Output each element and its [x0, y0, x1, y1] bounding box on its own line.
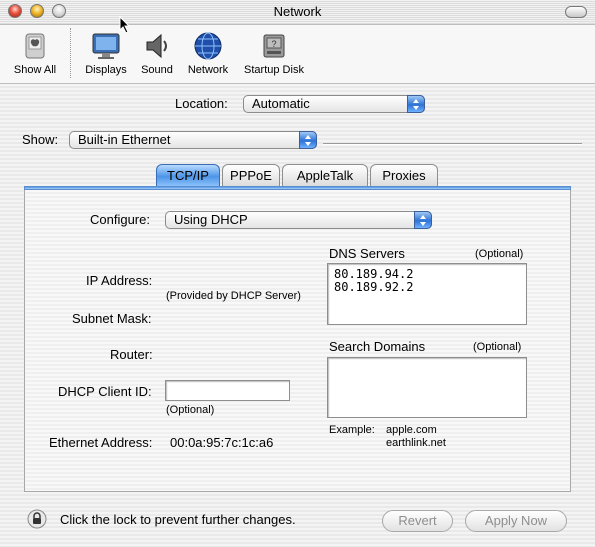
- toolbar-startup-disk-label: Startup Disk: [244, 64, 304, 76]
- location-popup[interactable]: Automatic: [243, 95, 425, 113]
- toolbar-network-label: Network: [187, 64, 229, 76]
- location-label: Location:: [175, 96, 228, 111]
- toolbar-startup-disk[interactable]: ? Startup Disk: [238, 30, 310, 76]
- tab-tcpip[interactable]: TCP/IP: [156, 164, 220, 186]
- example-domain: earthlink.net: [386, 437, 446, 449]
- search-domains-field[interactable]: [327, 357, 527, 418]
- popup-arrows-icon: [414, 211, 432, 229]
- svg-text:?: ?: [271, 39, 276, 49]
- toolbar-toggle-button[interactable]: [565, 6, 587, 18]
- search-domains-optional: (Optional): [473, 341, 522, 353]
- configure-popup[interactable]: Using DHCP: [165, 211, 432, 229]
- toolbar-sound[interactable]: Sound: [136, 30, 178, 76]
- example-domain: apple.com: [386, 424, 437, 436]
- configure-label: Configure:: [90, 212, 150, 227]
- show-label: Show:: [22, 132, 59, 147]
- example-label: Example:: [329, 424, 375, 436]
- dns-servers-optional: (Optional): [475, 248, 524, 260]
- ethernet-address-value: 00:0a:95:7c:1c:a6: [170, 435, 274, 450]
- ip-address-label: IP Address:: [86, 273, 153, 288]
- toolbar-sound-label: Sound: [141, 64, 173, 76]
- apply-now-button[interactable]: Apply Now: [465, 510, 567, 532]
- revert-button[interactable]: Revert: [382, 510, 453, 532]
- popup-arrows-icon: [407, 95, 425, 113]
- display-icon: [90, 30, 122, 62]
- toolbar-show-all-label: Show All: [13, 64, 57, 76]
- mouse-pointer-icon: [119, 15, 131, 37]
- location-value: Automatic: [252, 96, 310, 111]
- toolbar-displays-label: Displays: [85, 64, 127, 76]
- dhcp-client-id-note: (Optional): [166, 404, 215, 416]
- dns-server-entry: 80.189.92.2: [334, 280, 414, 294]
- popup-arrows-icon: [299, 131, 317, 149]
- speaker-icon: [141, 30, 173, 62]
- configure-value: Using DHCP: [174, 212, 248, 227]
- dns-servers-field[interactable]: 80.189.94.2 80.189.92.2: [327, 263, 527, 325]
- show-popup[interactable]: Built-in Ethernet: [69, 131, 317, 149]
- tab-proxies[interactable]: Proxies: [370, 164, 438, 186]
- search-domains-label: Search Domains: [329, 339, 426, 354]
- dhcp-client-id-input[interactable]: [165, 380, 290, 401]
- tab-pppoe[interactable]: PPPoE: [222, 164, 280, 186]
- globe-icon: [192, 30, 224, 62]
- tab-appletalk[interactable]: AppleTalk: [282, 164, 368, 186]
- divider: [323, 143, 582, 145]
- toolbar-network[interactable]: Network: [182, 30, 234, 76]
- disk-icon: ?: [258, 30, 290, 62]
- lock-message: Click the lock to prevent further change…: [60, 512, 296, 527]
- ethernet-address-label: Ethernet Address:: [49, 435, 153, 450]
- ip-address-note: (Provided by DHCP Server): [166, 290, 301, 302]
- lock-icon[interactable]: [27, 509, 47, 532]
- dhcp-client-id-label: DHCP Client ID:: [58, 384, 152, 399]
- window-title: Network: [273, 4, 322, 19]
- router-label: Router:: [110, 347, 153, 362]
- subnet-mask-label: Subnet Mask:: [72, 311, 152, 326]
- toolbar-separator: [70, 28, 71, 78]
- apple-icon: [19, 30, 51, 62]
- dns-servers-label: DNS Servers: [329, 246, 405, 261]
- toolbar-show-all[interactable]: Show All: [8, 30, 62, 76]
- show-value: Built-in Ethernet: [78, 132, 171, 147]
